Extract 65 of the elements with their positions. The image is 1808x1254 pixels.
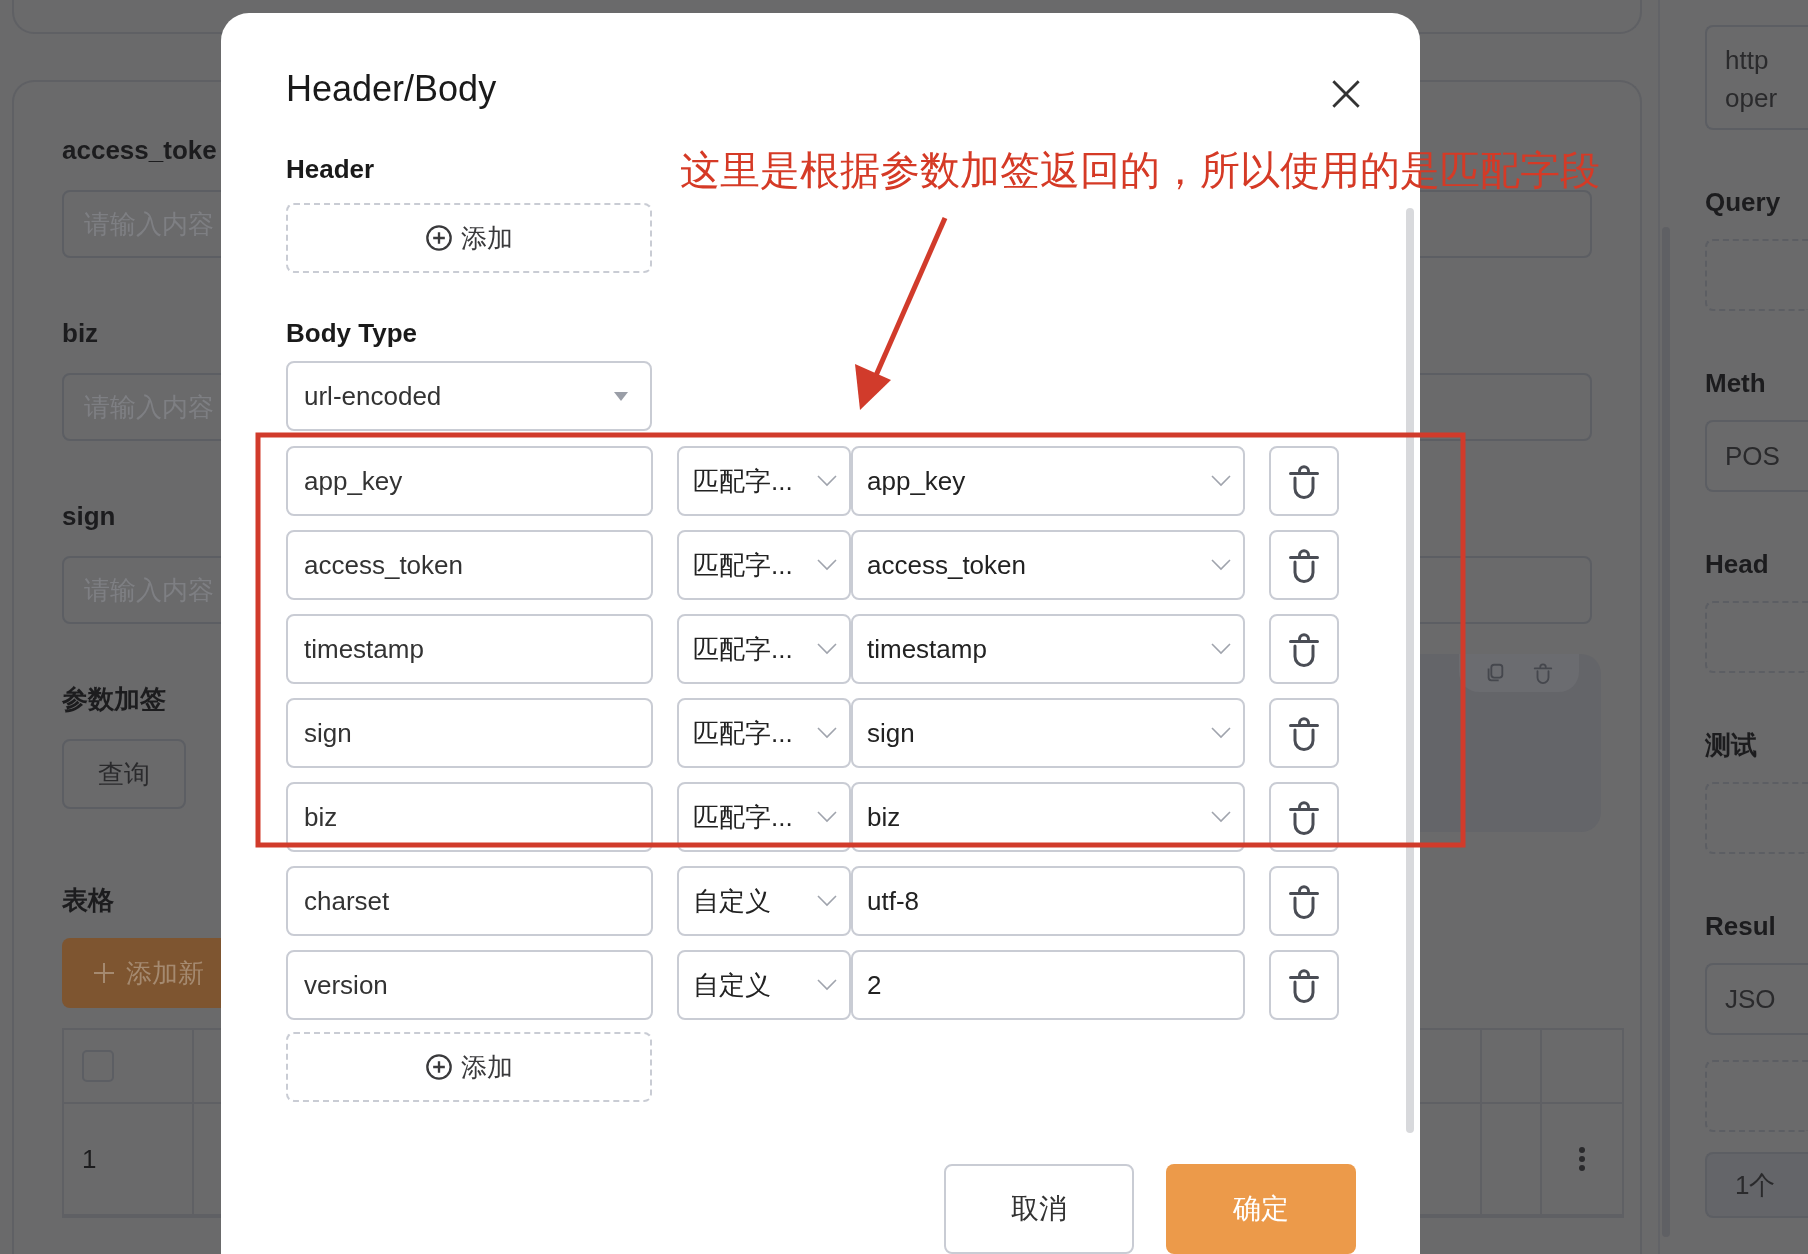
field-label: access_toke <box>62 134 217 167</box>
input-field[interactable]: sign <box>286 698 653 768</box>
select-field[interactable]: 自定义 <box>677 950 851 1020</box>
select-field[interactable]: access_token <box>851 530 1245 600</box>
delete-button[interactable] <box>1269 530 1339 600</box>
dialog-title: Header/Body <box>286 67 497 111</box>
field-label: Meth <box>1705 367 1766 400</box>
chevron-icon <box>1211 727 1231 739</box>
delete-button[interactable] <box>1269 866 1339 936</box>
delete-button[interactable] <box>1269 446 1339 516</box>
chevron-icon <box>817 895 837 907</box>
chevron-icon <box>817 727 837 739</box>
caret-icon <box>614 391 628 401</box>
select-field[interactable]: url-encoded <box>286 361 652 431</box>
plus-circle-icon <box>425 1053 453 1081</box>
plus-circle-icon <box>425 224 453 252</box>
delete-button[interactable] <box>1269 614 1339 684</box>
chevron-icon <box>1211 643 1231 655</box>
field-label: sign <box>62 500 116 533</box>
field-label: Query <box>1705 186 1781 219</box>
chevron-icon <box>817 979 837 991</box>
input-field[interactable]: timestamp <box>286 614 653 684</box>
input-field[interactable]: 2 <box>851 950 1245 1020</box>
cancel-button[interactable]: 取消 <box>944 1164 1134 1254</box>
select-field[interactable]: 匹配字... <box>677 698 851 768</box>
select-field[interactable]: 匹配字... <box>677 446 851 516</box>
select-field[interactable]: sign <box>851 698 1245 768</box>
select-field[interactable]: 匹配字... <box>677 530 851 600</box>
input-field[interactable]: charset <box>286 866 653 936</box>
input-field[interactable]: access_token <box>286 530 653 600</box>
count-field: 1个 <box>1705 1152 1808 1218</box>
input-field[interactable]: biz <box>286 782 653 852</box>
chevron-icon <box>1211 475 1231 487</box>
chevron-icon <box>817 811 837 823</box>
select-field[interactable]: 匹配字... <box>677 782 851 852</box>
add-button[interactable]: 添加 <box>286 203 652 273</box>
input-field[interactable]: app_key <box>286 446 653 516</box>
select-field[interactable]: 自定义 <box>677 866 851 936</box>
more-icon <box>1578 1146 1586 1172</box>
chevron-icon <box>1211 811 1231 823</box>
select-field[interactable]: biz <box>851 782 1245 852</box>
chevron-icon <box>817 643 837 655</box>
field-label: 测试 <box>1705 729 1757 762</box>
add-button[interactable]: 添加 <box>286 1032 652 1102</box>
plus-icon <box>92 961 116 985</box>
input-field[interactable]: utf-8 <box>851 866 1245 936</box>
chevron-icon <box>817 475 837 487</box>
select-field[interactable]: timestamp <box>851 614 1245 684</box>
delete-button[interactable] <box>1269 950 1339 1020</box>
trash-icon <box>1531 661 1554 685</box>
field-label: Resul <box>1705 910 1776 943</box>
select-field[interactable]: 匹配字... <box>677 614 851 684</box>
delete-button[interactable] <box>1269 782 1339 852</box>
delete-button[interactable] <box>1269 698 1339 768</box>
section-label: 表格 <box>62 884 114 917</box>
field-label: biz <box>62 317 99 350</box>
section-label: 参数加签 <box>62 683 166 716</box>
chevron-icon <box>817 559 837 571</box>
section-label: Body Type <box>286 317 417 350</box>
select-field[interactable]: app_key <box>851 446 1245 516</box>
table-cell: 1 <box>82 1143 97 1175</box>
chevron-icon <box>1211 559 1231 571</box>
section-label: Header <box>286 153 375 186</box>
input-field[interactable]: version <box>286 950 653 1020</box>
field-label: Head <box>1705 548 1769 581</box>
